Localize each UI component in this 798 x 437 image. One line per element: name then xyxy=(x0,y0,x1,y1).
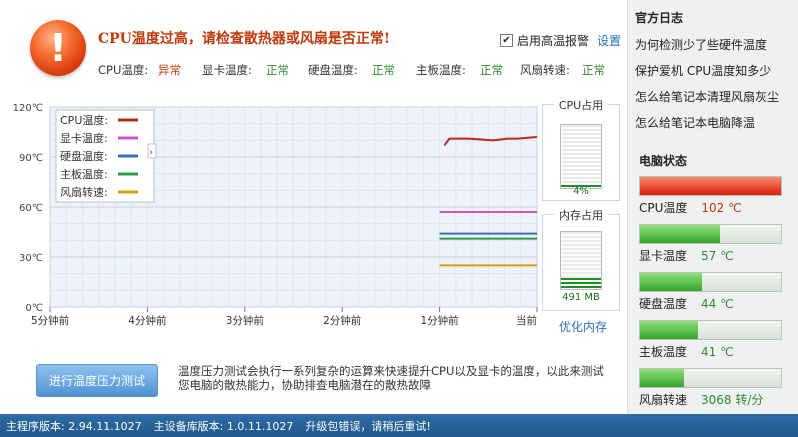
bar-label: 风扇转速 xyxy=(639,393,688,407)
bar-label: CPU温度 xyxy=(639,201,688,215)
legend-label: 硬盘温度: xyxy=(60,149,108,163)
y-tick-label: 90℃ xyxy=(19,153,43,164)
main-version: 主程序版本: 2.94.11.1027 xyxy=(6,419,142,433)
stress-test-button[interactable]: 进行温度压力测试 xyxy=(36,364,158,397)
disk-temp-bar xyxy=(639,272,782,292)
checkbox-icon[interactable]: ✔ xyxy=(500,34,513,47)
y-tick-label: 30℃ xyxy=(19,253,43,264)
sidebar-link[interactable]: 保护爱机 CPU温度知多少 xyxy=(635,62,771,79)
gpu-temp-status-value: 正常 xyxy=(266,63,289,77)
cpu-usage-title: CPU占用 xyxy=(554,97,608,113)
memory-usage-gauge xyxy=(560,231,602,290)
gpu-temp-bar xyxy=(639,224,782,244)
x-tick-label: 2分钟前 xyxy=(323,314,361,327)
bar-value: 41 ℃ xyxy=(701,345,734,359)
gpu-temp-readout: 显卡温度 57 ℃ xyxy=(639,247,734,264)
y-tick-label: 60℃ xyxy=(19,203,43,214)
y-tick-label: 0℃ xyxy=(25,303,43,314)
bar-fill xyxy=(640,225,721,243)
bar-label: 显卡温度 xyxy=(639,249,688,263)
gpu-temp-status-label: 显卡温度: xyxy=(202,63,252,77)
stress-test-description: 温度压力测试会执行一系列复杂的运算来快速提升CPU以及显卡的温度，以此来测试您电… xyxy=(178,364,604,392)
disk-temp-readout: 硬盘温度 44 ℃ xyxy=(639,295,734,312)
board-temp-bar xyxy=(639,320,782,340)
cpu-temp-status-label: CPU温度: xyxy=(98,63,149,77)
cpu-temp-readout: CPU温度 102 ℃ xyxy=(639,199,742,216)
official-log-title: 官方日志 xyxy=(635,11,684,25)
bar-fill xyxy=(640,273,703,291)
cpu-usage-value: 4% xyxy=(573,186,589,197)
cpu-temp-bar xyxy=(639,176,782,196)
alarm-label: 启用高温报警 xyxy=(517,34,590,48)
bar-value: 44 ℃ xyxy=(701,297,734,311)
fan-speed-readout: 风扇转速 3068 转/分 xyxy=(639,391,763,408)
main-panel: ! CPU温度过高，请检查散热器或风扇是否正常! ✔ 启用高温报警 设置 CPU… xyxy=(0,0,627,414)
db-version: 主设备库版本: 1.0.11.1027 xyxy=(153,419,294,433)
sidebar: 官方日志 为何检测少了些硬件温度 保护爱机 CPU温度知多少 怎么给笔记本清理风… xyxy=(627,0,798,414)
board-temp-readout: 主板温度 41 ℃ xyxy=(639,343,734,360)
upgrade-message: 升级包错误，请稍后重试! xyxy=(305,419,431,433)
sidebar-link[interactable]: 怎么给笔记本电脑降温 xyxy=(635,114,755,131)
sidebar-link[interactable]: 怎么给笔记本清理风扇灰尘 xyxy=(635,88,779,105)
board-temp-status-value: 正常 xyxy=(480,63,503,77)
bar-value: 102 ℃ xyxy=(701,201,742,215)
x-tick-label: 3分钟前 xyxy=(226,314,264,327)
x-tick-label: 5分钟前 xyxy=(31,314,69,327)
x-tick-label: 4分钟前 xyxy=(128,314,166,327)
status-row: CPU温度: 异常 显卡温度: 正常 硬盘温度: 正常 主板温度: 正常 风扇转速: 正常 xyxy=(98,62,605,78)
board-temp-status-label: 主板温度: xyxy=(416,63,466,77)
sidebar-link[interactable]: 为何检测少了些硬件温度 xyxy=(635,36,767,53)
temperature-chart: 120℃ 90℃ 60℃ 30℃ 0℃5分钟前 4分钟前 3分钟前 2分钟前 1分钟前 当前 CPU… xyxy=(13,103,538,327)
bar-label: 主板温度 xyxy=(639,345,688,359)
pc-status-title: 电脑状态 xyxy=(639,154,688,168)
bar-value: 57 ℃ xyxy=(701,249,734,263)
bar-fill xyxy=(640,177,781,195)
legend-label: 主板温度: xyxy=(60,167,108,181)
bar-fill xyxy=(640,369,684,387)
status-bar: 主程序版本: 2.94.11.1027 主设备库版本: 1.0.11.1027 … xyxy=(0,414,798,437)
bar-label: 硬盘温度 xyxy=(639,297,688,311)
bar-value: 3068 转/分 xyxy=(701,393,764,407)
x-tick-label: 当前 xyxy=(516,314,537,327)
fan-speed-status-label: 风扇转速: xyxy=(520,63,570,77)
legend-label: 风扇转速: xyxy=(60,185,108,199)
exclamation-icon: ! xyxy=(30,20,86,76)
x-tick-label: 1分钟前 xyxy=(421,314,459,327)
fan-speed-bar xyxy=(639,368,782,388)
memory-usage-value: 491 MB xyxy=(562,292,600,303)
fan-speed-status-value: 正常 xyxy=(582,63,605,77)
settings-link[interactable]: 设置 xyxy=(597,32,621,49)
optimize-memory-link[interactable]: 优化内存 xyxy=(559,318,607,335)
disk-temp-status-value: 正常 xyxy=(372,63,395,77)
y-tick-label: 120℃ xyxy=(13,103,43,114)
high-temp-alarm-checkbox[interactable]: ✔ 启用高温报警 xyxy=(500,32,589,49)
memory-usage-panel: 内存占用 491 MB xyxy=(542,207,620,311)
chevron-right-icon[interactable]: › xyxy=(149,147,153,158)
legend-label: 显卡温度: xyxy=(60,131,108,145)
memory-usage-title: 内存占用 xyxy=(554,207,608,223)
memory-usage-fill xyxy=(561,277,601,289)
alert-title: CPU温度过高，请检查散热器或风扇是否正常! xyxy=(98,31,391,47)
disk-temp-status-label: 硬盘温度: xyxy=(308,63,358,77)
bar-fill xyxy=(640,321,698,339)
legend-label: CPU温度: xyxy=(60,113,108,127)
cpu-usage-gauge xyxy=(560,124,602,189)
cpu-temp-status-value: 异常 xyxy=(158,63,181,77)
cpu-usage-panel: CPU占用 4% xyxy=(542,97,620,201)
